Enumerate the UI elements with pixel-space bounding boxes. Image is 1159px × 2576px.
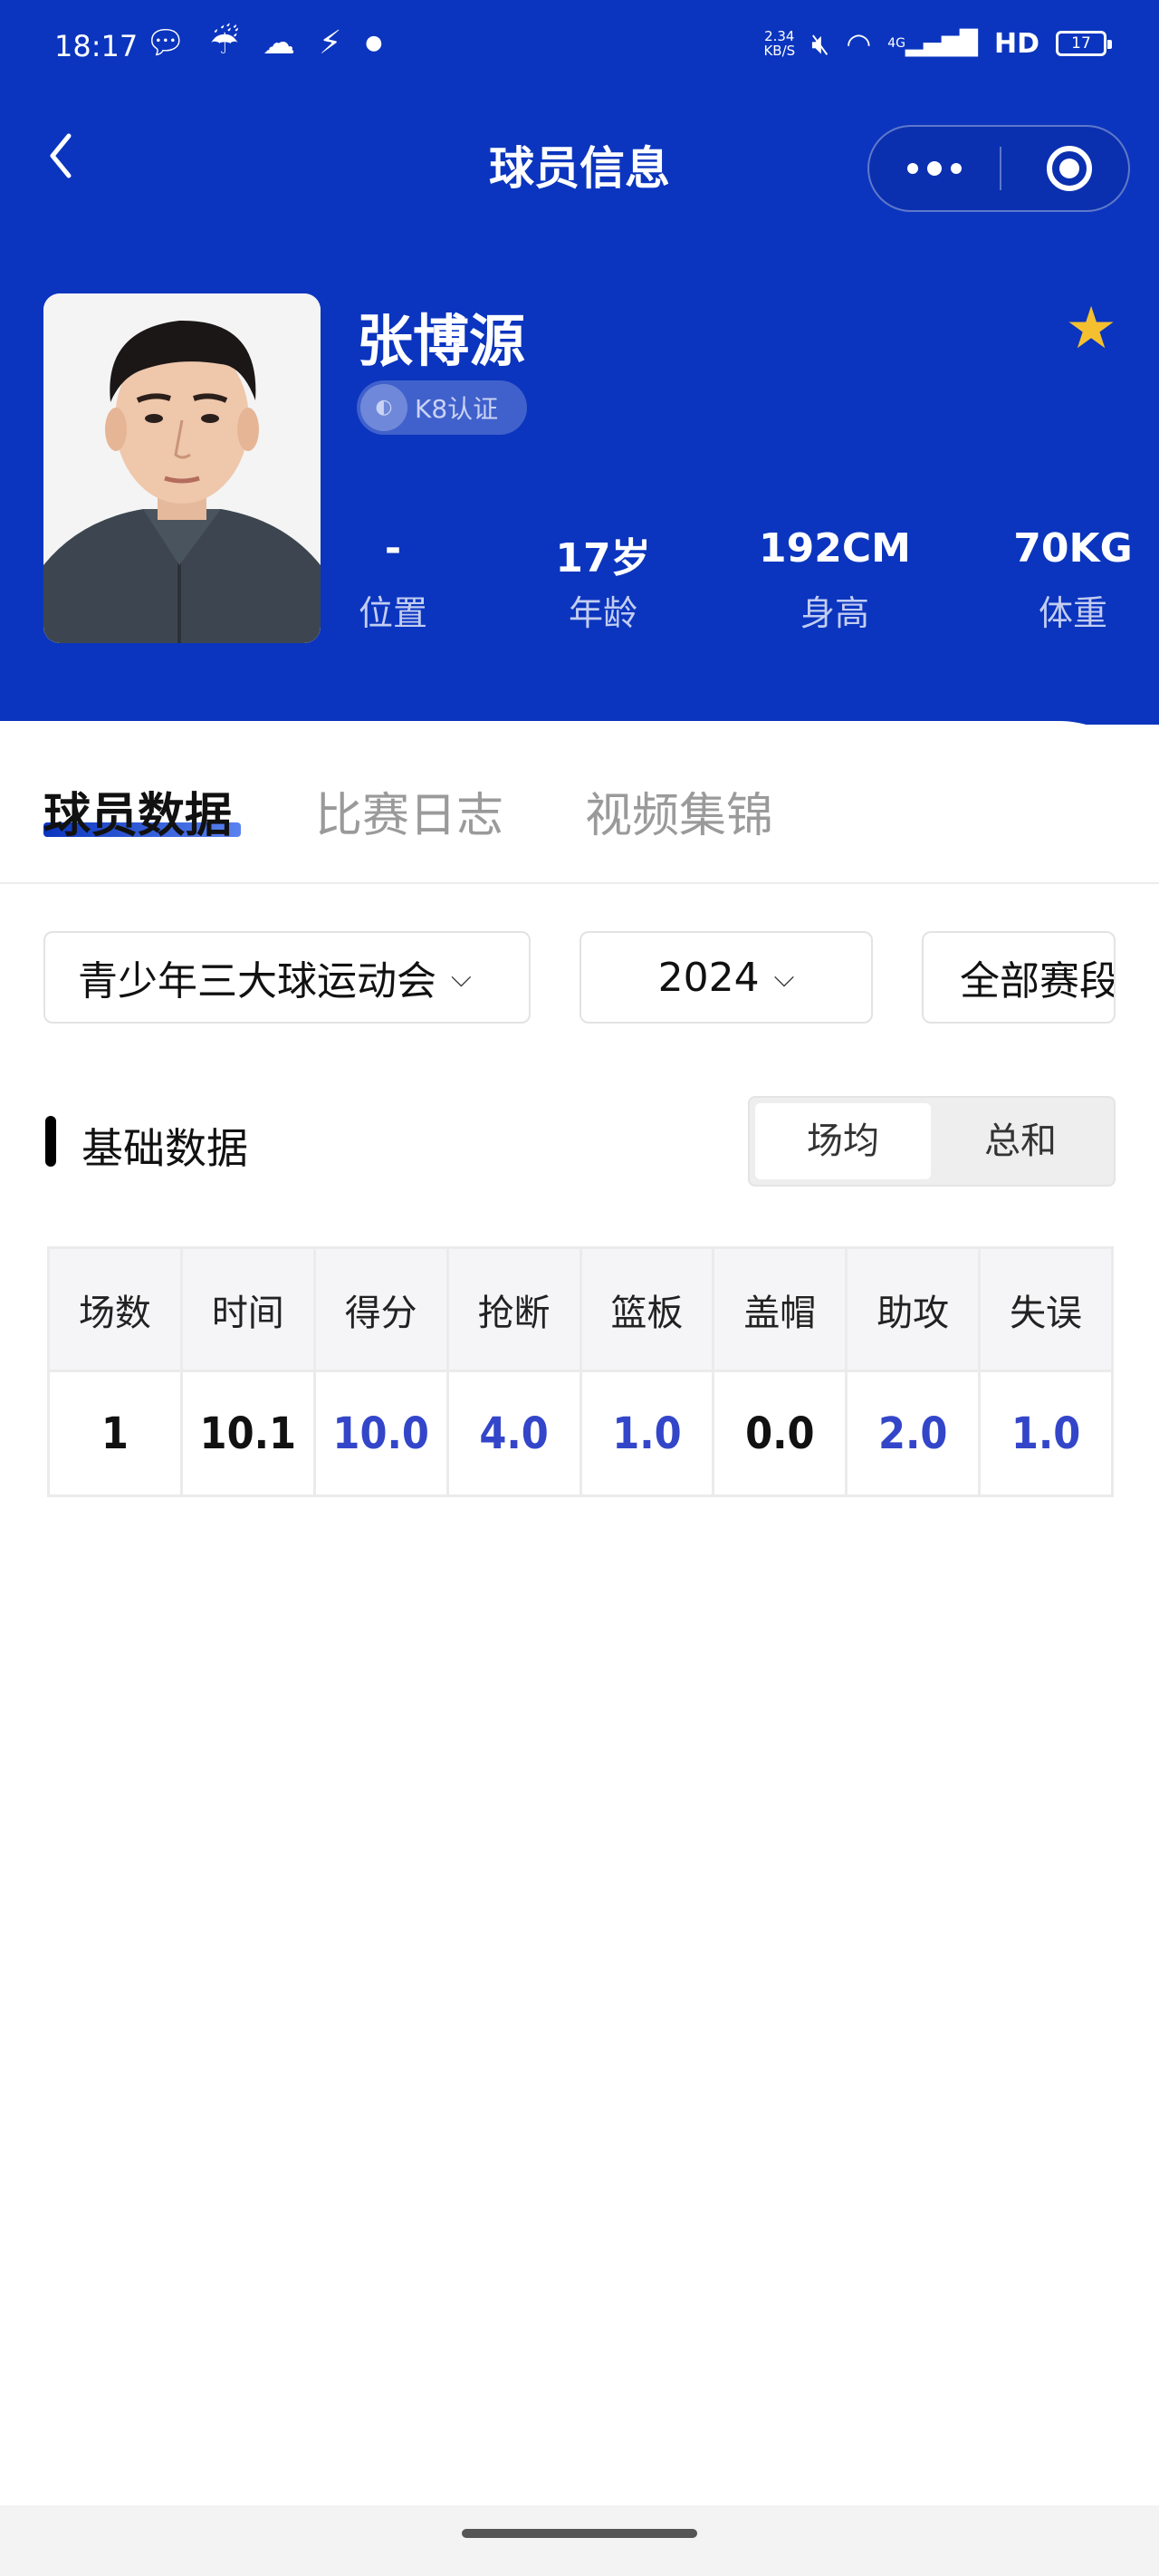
year-select[interactable]: 2024 ⌵	[580, 931, 873, 1024]
toggle-average[interactable]: 场均	[755, 1103, 931, 1179]
cell-steals[interactable]: 4.0	[445, 1370, 582, 1497]
header-games: 场数	[47, 1246, 183, 1372]
basic-stats-table: 场数 时间 得分 抢断 篮板 盖帽 助攻 失误 1 10.1 10.0 4.0 …	[47, 1246, 1114, 1497]
stat-label: 位置	[358, 593, 427, 633]
player-name: 张博源	[357, 308, 526, 374]
stat-label: 体重	[1038, 593, 1107, 633]
section-title: 基础数据	[81, 1124, 248, 1173]
chat-bubble-icon: 💬︎	[145, 24, 187, 62]
table-row: 1 10.1 10.0 4.0 1.0 0.0 2.0 1.0	[47, 1370, 1114, 1497]
home-indicator[interactable]	[462, 2529, 697, 2538]
net-speed-value: 2.34	[764, 28, 795, 44]
event-select-value: 青少年三大球运动会	[78, 958, 436, 1004]
header-points: 得分	[312, 1246, 449, 1372]
certification-label: K8认证	[415, 394, 499, 424]
cell-minutes: 10.1	[179, 1370, 316, 1497]
filter-bar: 青少年三大球运动会 ⌵ 2024 ⌵ 全部赛段	[0, 931, 1159, 1025]
chevron-down-icon: ⌵	[451, 961, 472, 994]
signal-icon: 4G▂▄▆█	[887, 30, 978, 57]
stat-label: 身高	[800, 593, 869, 633]
hd-label: HD	[993, 27, 1039, 60]
status-time: 18:17	[54, 29, 139, 63]
mute-vibrate-icon: 🔇︎	[811, 26, 830, 61]
battery-level: 17	[1071, 34, 1091, 53]
dot-icon: ●	[365, 32, 383, 54]
stage-select-value: 全部赛段	[960, 958, 1116, 1004]
stat-value: 17岁	[555, 535, 651, 582]
chevron-down-icon: ⌵	[773, 961, 795, 994]
header-blocks: 盖帽	[712, 1246, 848, 1372]
net-speed-unit: KB/S	[763, 43, 796, 59]
stage-select[interactable]: 全部赛段	[922, 931, 1116, 1024]
stat-value: 192CM	[759, 525, 911, 572]
stat-label: 年龄	[568, 593, 637, 633]
header-rebounds: 篮板	[579, 1246, 715, 1372]
section-marker	[45, 1116, 56, 1167]
stat-age: 17岁 年龄	[540, 525, 666, 635]
event-select[interactable]: 青少年三大球运动会 ⌵	[43, 931, 531, 1024]
cell-rebounds[interactable]: 1.0	[579, 1370, 715, 1497]
year-select-value: 2024	[657, 954, 760, 1001]
stat-weight: 70KG 体重	[1011, 525, 1135, 635]
tab-bar: 球员数据 比赛日志 视频集锦	[0, 725, 1159, 884]
bolt-icon: ⚡︎	[318, 24, 342, 62]
battery-icon: 17	[1056, 31, 1112, 56]
capsule-divider	[1000, 147, 1001, 190]
header-minutes: 时间	[179, 1246, 316, 1372]
net-speed: 2.34 KB/S	[763, 29, 795, 58]
tab-game-log[interactable]: 比赛日志	[315, 777, 503, 845]
stat-value: -	[384, 525, 402, 572]
header-turnovers: 失误	[978, 1246, 1114, 1372]
status-bar: 18:17 💬︎ ☔︎ ☁︎ ⚡︎ ● 2.34 KB/S 🔇︎ ◠ 4G▂▄▆…	[0, 0, 1159, 100]
player-stats: - 位置 17岁 年龄 192CM 身高 70KG 体重	[0, 525, 1159, 643]
header-assists: 助攻	[845, 1246, 982, 1372]
close-miniprogram-button[interactable]	[1047, 146, 1092, 191]
basic-data-header: 基础数据 场均 总和	[0, 1096, 1159, 1187]
cell-blocks: 0.0	[712, 1370, 848, 1497]
tab-video-highlights[interactable]: 视频集锦	[585, 777, 773, 845]
system-icons: 2.34 KB/S 🔇︎ ◠ 4G▂▄▆█ HD 17	[763, 25, 1112, 62]
miniprogram-capsule	[867, 125, 1130, 212]
toggle-total[interactable]: 总和	[933, 1103, 1108, 1179]
cell-games: 1	[47, 1370, 183, 1497]
notification-icons: 💬︎ ☔︎ ☁︎ ⚡︎ ●	[145, 25, 382, 62]
network-type: 4G	[887, 36, 905, 51]
stat-height: 192CM 身高	[757, 525, 913, 635]
cloud-alert-icon: ☁︎	[262, 24, 295, 62]
tab-player-data[interactable]: 球员数据	[43, 777, 232, 845]
stat-position: - 位置	[339, 525, 447, 635]
average-total-toggle: 场均 总和	[748, 1096, 1116, 1187]
more-dots-icon	[907, 161, 962, 176]
tab-divider	[0, 882, 1159, 884]
cell-points[interactable]: 10.0	[312, 1370, 449, 1497]
weather-icon: ☔︎	[209, 24, 239, 62]
table-header-row: 场数 时间 得分 抢断 篮板 盖帽 助攻 失误	[47, 1246, 1114, 1372]
wifi-icon: ◠	[846, 26, 872, 61]
header-steals: 抢断	[445, 1246, 582, 1372]
nav-bar: 球员信息	[0, 118, 1159, 212]
certification-icon: ◐	[360, 384, 407, 431]
cell-assists[interactable]: 2.0	[845, 1370, 982, 1497]
certification-badge: ◐ K8认证	[357, 380, 527, 435]
favorite-star-icon[interactable]: ★	[1061, 299, 1121, 359]
system-nav-bar	[0, 2505, 1159, 2576]
cell-turnovers[interactable]: 1.0	[978, 1370, 1114, 1497]
more-button[interactable]	[869, 127, 1000, 210]
stat-value: 70KG	[1013, 525, 1133, 572]
